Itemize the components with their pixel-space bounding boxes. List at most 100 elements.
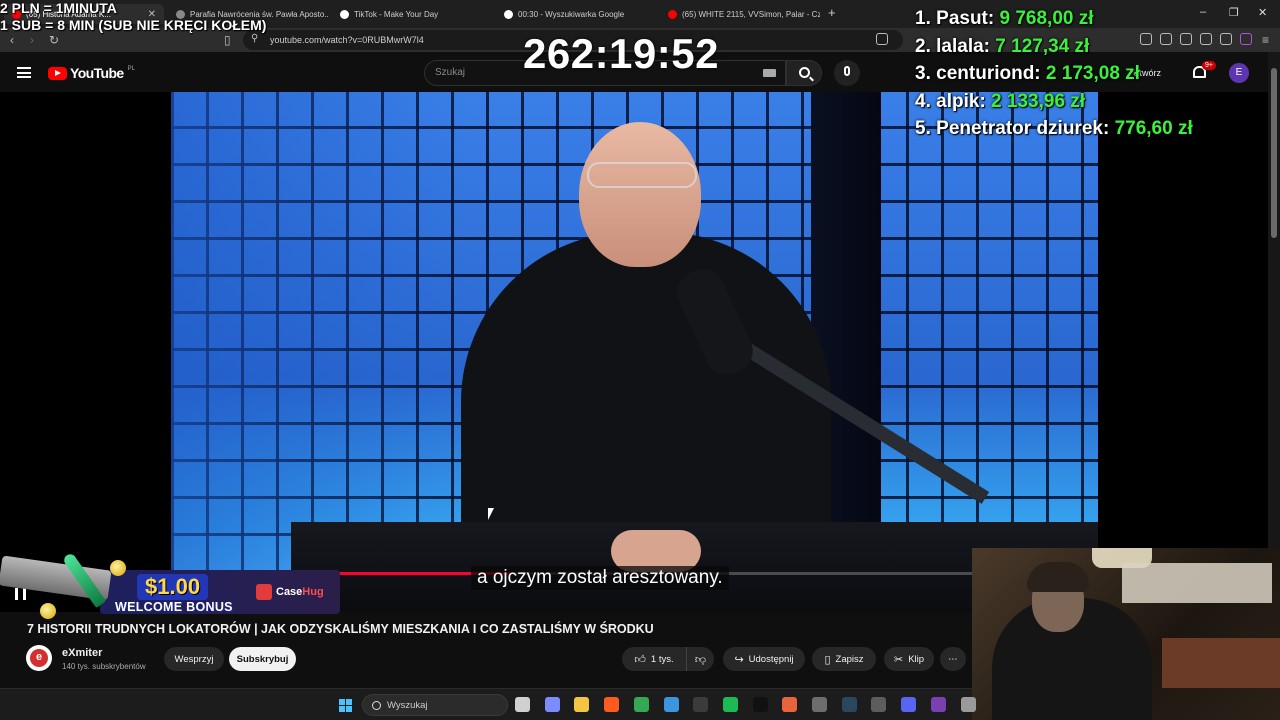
leaderboard-name: centuriond: [936,63,1041,85]
task-view-icon[interactable] [515,697,530,712]
page-scrollbar[interactable] [1268,52,1280,548]
app-gray-icon[interactable] [812,697,827,712]
brand-part-2: Hug [302,586,324,598]
app-dark-icon[interactable] [693,697,709,712]
bookmark-save-icon: ▯ [824,653,831,666]
settings-icon[interactable] [960,697,976,712]
youtube-wordmark: YouTube [70,65,124,81]
leaderboard-row: 4. alpik: 2 133,96 zł [915,91,1255,119]
thumbs-up-icon: 👍︎ [634,653,646,666]
taskbar-search-placeholder: Wyszukaj [387,700,428,711]
windows-start-icon[interactable] [339,699,352,712]
google-favicon-icon [504,9,513,19]
streamer-webcam [972,548,1280,720]
leaderboard-name: Penetrator dziurek: [936,118,1110,140]
video-subtitle: a ojczym został aresztowany. [471,566,729,590]
tab-youtube-music[interactable]: (65) WHITE 2115, VVSimon, Palar - Cz... [660,4,820,24]
channel-avatar[interactable] [26,645,52,671]
thumbs-down-icon: 👎︎ [694,653,707,666]
leaderboard-amount: 2 173,08 zł [1045,63,1140,85]
calculator-icon[interactable] [871,697,887,712]
app-black-icon[interactable] [752,697,768,712]
subscribe-button[interactable]: Subskrybuj [229,647,296,671]
dislike-button[interactable]: 👎︎ [686,647,714,671]
windows-taskbar: Wyszukaj [0,688,976,720]
speaker-head [579,122,701,267]
tab-label: (65) WHITE 2115, VVSimon, Palar - Cz... [682,9,820,19]
tab-label: 00:30 - Wyszukiwarka Google [518,9,625,19]
taskbar-search-input[interactable]: Wyszukaj [362,694,508,716]
support-button[interactable]: Wesprzyj [164,647,224,671]
url-text[interactable]: youtube.com/watch?v=0RUBMwrW7l4 [270,35,424,45]
tab-google[interactable]: 00:30 - Wyszukiwarka Google [496,4,656,24]
steam-icon[interactable] [841,697,857,712]
donation-leaderboard: 1. Pasut: 9 768,00 zł 2. lalala: 7 127,3… [915,8,1255,146]
spotify-icon[interactable] [722,697,738,712]
forward-icon[interactable]: › [30,33,34,47]
copilot-icon[interactable] [544,697,560,712]
site-info-icon[interactable]: ⚲ [251,33,258,44]
scissors-icon: ✂ [893,653,904,666]
file-explorer-icon[interactable] [574,697,590,712]
clip-button[interactable]: ✂ Klip [884,647,934,671]
hamburger-menu-icon[interactable] [17,67,31,78]
close-window-button[interactable]: ✕ [1258,6,1267,19]
casehug-promo-banner: $1.00 WELCOME BONUS Case Hug [0,548,340,620]
video-player[interactable] [0,92,1268,612]
app-orange-icon[interactable] [782,697,798,712]
promo-amount: $1.00 [137,574,209,600]
screen-cast-icon[interactable] [876,33,888,45]
keyboard-icon[interactable] [763,69,776,77]
youtube-play-icon [48,66,67,80]
casehug-logo-icon [256,584,272,600]
youtube-logo[interactable]: YouTube PL [48,65,135,81]
voice-search-button[interactable] [834,60,860,86]
leaderboard-amount: 2 133,96 zł [991,90,1086,112]
like-button[interactable]: 👍︎ 1 tys. [622,647,686,671]
share-label: Udostępnij [748,653,794,665]
leaderboard-name: alpik: [936,90,986,112]
share-button[interactable]: ↪ Udostępnij [723,647,805,671]
tiktok-favicon-icon [340,9,349,19]
region-code: PL [127,65,135,72]
video-title: 7 HISTORII TRUDNYCH LOKATORÓW | JAK ODZY… [27,622,654,636]
leaderboard-row: 2. lalala: 7 127,34 zł [915,36,1255,64]
save-label: Zapisz [835,653,864,665]
table [1162,638,1280,688]
leaderboard-row: 1. Pasut: 9 768,00 zł [915,8,1255,36]
leaderboard-rank: 4. [915,90,931,112]
microphone-icon [844,66,850,76]
back-icon[interactable]: ‹ [10,33,14,47]
tab-tiktok[interactable]: TikTok - Make Your Day [332,4,492,24]
leaderboard-amount: 7 127,34 zł [995,35,1090,57]
kitchen-cabinets [1122,563,1272,603]
leaderboard-rank: 5. [915,118,931,140]
chrome-icon[interactable] [633,697,649,712]
brave-icon[interactable] [604,697,620,712]
channel-name[interactable]: eXmiter [62,647,102,659]
screen: (65) Historia Adama K... ✕ Parafia Nawró… [0,0,1280,720]
bookmark-icon[interactable]: ▯ [224,33,231,47]
leaderboard-row: 3. centuriond: 2 173,08 zł [915,63,1255,91]
subathon-timer: 262:19:52 [523,30,719,77]
search-button[interactable] [786,60,822,86]
menu-icon[interactable]: ≡ [1262,33,1269,47]
store-icon[interactable] [663,697,679,712]
promo-bonus-text: WELCOME BONUS [115,600,233,614]
clip-label: Klip [908,653,925,665]
coin-icon [40,603,56,619]
like-count: 1 tys. [650,653,674,665]
discord-icon[interactable] [901,697,917,712]
search-icon [799,67,810,78]
reload-icon[interactable]: ↻ [49,33,59,47]
scrollbar-thumb[interactable] [1271,68,1277,238]
brand-part-1: Case [276,586,303,598]
donation-rule-line-1: 2 PLN = 1MINUTA [0,0,117,16]
new-tab-button[interactable]: + [828,5,836,20]
app-purple-icon[interactable] [930,697,946,712]
search-icon [372,701,381,710]
leaderboard-name: lalala: [936,35,991,57]
save-button[interactable]: ▯ Zapisz [812,647,876,671]
more-actions-button[interactable]: ⋯ [940,647,966,671]
video-frame[interactable] [171,92,1098,612]
